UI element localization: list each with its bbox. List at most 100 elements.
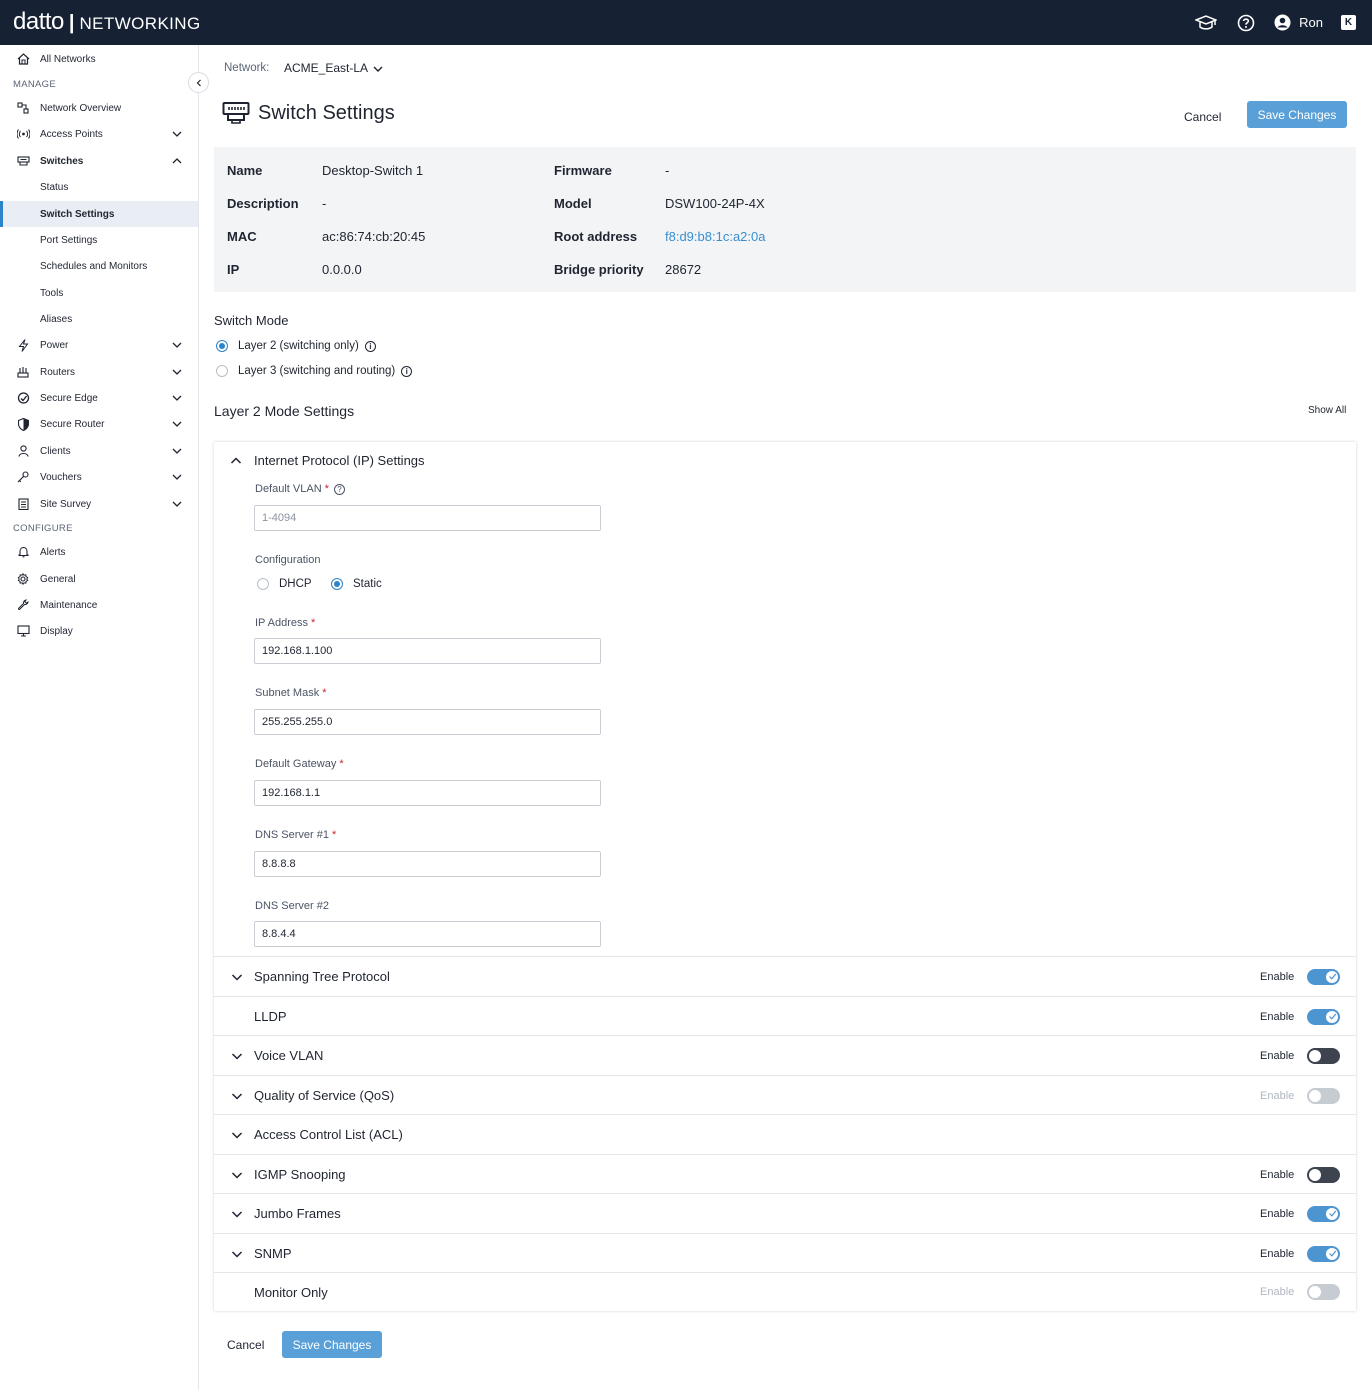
chevron-down-icon[interactable] [171, 418, 183, 430]
radio-dhcp[interactable]: DHCP [257, 578, 312, 590]
show-all-link[interactable]: Show All [1308, 405, 1346, 416]
section-title: Access Control List (ACL) [254, 1127, 403, 1142]
section-spanning-tree[interactable]: Spanning Tree Protocol Enable [214, 956, 1356, 996]
chevron-down-icon[interactable] [171, 366, 183, 378]
sidebar-item-routers[interactable]: Routers [0, 359, 198, 385]
radio-layer3[interactable]: Layer 3 (switching and routing) i [216, 365, 413, 377]
network-selector[interactable]: ACME_East-LA [284, 61, 368, 75]
sidebar-item-site-survey[interactable]: Site Survey [0, 491, 198, 517]
ip-address-input[interactable] [254, 638, 601, 664]
chevron-down-icon[interactable] [372, 63, 384, 75]
chevron-down-icon[interactable] [171, 471, 183, 483]
product-name: NETWORKING [79, 14, 201, 33]
info-icon[interactable]: i [401, 365, 413, 377]
ip-settings-header[interactable]: Internet Protocol (IP) Settings [230, 453, 425, 468]
chevron-down-icon[interactable] [171, 339, 183, 351]
k-icon[interactable]: K [1341, 15, 1356, 30]
sidebar-subitem-port-settings[interactable]: Port Settings [0, 227, 198, 253]
user-name[interactable]: Ron [1299, 15, 1323, 30]
chevron-down-icon[interactable] [231, 971, 243, 983]
chevron-up-icon[interactable] [171, 155, 183, 167]
chevron-down-icon[interactable] [231, 1169, 243, 1181]
igmp-toggle[interactable] [1307, 1166, 1340, 1183]
sidebar-item-general[interactable]: General [0, 566, 198, 592]
stp-toggle[interactable] [1307, 968, 1340, 985]
help-icon[interactable]: ? [333, 484, 345, 495]
chevron-down-icon[interactable] [231, 1248, 243, 1260]
chevron-down-icon[interactable] [171, 445, 183, 457]
sidebar-subitem-status[interactable]: Status [0, 174, 198, 200]
cancel-button-bottom[interactable]: Cancel [227, 1333, 264, 1357]
sidebar-item-secure-router[interactable]: Secure Router [0, 411, 198, 437]
network-overview-icon [16, 101, 30, 115]
sidebar-item-display[interactable]: Display [0, 618, 198, 644]
radio-static[interactable]: Static [331, 578, 382, 590]
section-monitor-only: Monitor Only Enable [214, 1272, 1356, 1311]
jumbo-frames-toggle[interactable] [1307, 1205, 1340, 1222]
sidebar-item-label: Display [40, 625, 73, 637]
chevron-up-icon[interactable] [230, 455, 242, 467]
sidebar-item-maintenance[interactable]: Maintenance [0, 592, 198, 618]
radio-button-selected[interactable] [216, 340, 228, 352]
section-title: Quality of Service (QoS) [254, 1088, 395, 1103]
radio-button[interactable] [257, 578, 269, 590]
help-icon[interactable] [1237, 14, 1255, 32]
save-changes-button-top[interactable]: Save Changes [1247, 101, 1347, 128]
radio-button[interactable] [216, 365, 228, 377]
default-vlan-input[interactable] [254, 505, 601, 531]
save-changes-button-bottom[interactable]: Save Changes [282, 1331, 382, 1358]
brand-logo[interactable]: datto | NETWORKING [13, 8, 201, 36]
graduation-cap-icon[interactable] [1195, 14, 1218, 31]
sidebar-subitem-aliases[interactable]: Aliases [0, 306, 198, 332]
dns-server-2-input[interactable] [254, 921, 601, 947]
chevron-down-icon[interactable] [171, 392, 183, 404]
sidebar-item-secure-edge[interactable]: Secure Edge [0, 385, 198, 411]
section-jumbo-frames[interactable]: Jumbo Frames Enable [214, 1193, 1356, 1233]
radio-dhcp-label: DHCP [279, 578, 312, 590]
sidebar-item-switches[interactable]: Switches [0, 148, 198, 174]
section-acl[interactable]: Access Control List (ACL) [214, 1114, 1356, 1154]
section-igmp-snooping[interactable]: IGMP Snooping Enable [214, 1154, 1356, 1194]
top-actions: Ron K [1195, 0, 1372, 45]
switch-icon [16, 154, 30, 168]
sidebar-item-label: General [40, 573, 76, 585]
monitor-icon [16, 624, 30, 638]
sidebar-item-network-overview[interactable]: Network Overview [0, 95, 198, 121]
chevron-down-icon[interactable] [171, 128, 183, 140]
dns-server-1-input[interactable] [254, 851, 601, 877]
sidebar-item-power[interactable]: Power [0, 332, 198, 358]
info-icon[interactable]: i [364, 340, 376, 352]
chevron-down-icon[interactable] [231, 1129, 243, 1141]
radio-layer2[interactable]: Layer 2 (switching only) i [216, 340, 376, 352]
lldp-toggle[interactable] [1307, 1008, 1340, 1025]
radio-button-selected[interactable] [331, 578, 343, 590]
subnet-mask-input[interactable] [254, 709, 601, 735]
sidebar-item-clients[interactable]: Clients [0, 438, 198, 464]
chevron-down-icon[interactable] [231, 1050, 243, 1062]
sidebar-item-access-points[interactable]: Access Points [0, 121, 198, 147]
sidebar-item-alerts[interactable]: Alerts [0, 539, 198, 565]
info-description-value: - [322, 196, 327, 211]
section-qos[interactable]: Quality of Service (QoS) Enable [214, 1075, 1356, 1115]
section-snmp[interactable]: SNMP Enable [214, 1233, 1356, 1273]
sidebar-subitem-schedules[interactable]: Schedules and Monitors [0, 253, 198, 279]
chevron-down-icon[interactable] [171, 498, 183, 510]
collapse-sidebar-button[interactable] [188, 72, 209, 93]
sidebar-subitem-switch-settings[interactable]: Switch Settings [0, 201, 198, 227]
user-avatar-icon[interactable] [1274, 14, 1291, 31]
page-header: Switch Settings [222, 101, 395, 125]
chevron-down-icon[interactable] [231, 1208, 243, 1220]
voice-vlan-toggle[interactable] [1307, 1047, 1340, 1064]
sidebar-subitem-tools[interactable]: Tools [0, 280, 198, 306]
sidebar-item-vouchers[interactable]: Vouchers [0, 464, 198, 490]
section-voice-vlan[interactable]: Voice VLAN Enable [214, 1035, 1356, 1075]
default-gateway-input[interactable] [254, 780, 601, 806]
info-root-address-link[interactable]: f8:d9:b8:1c:a2:0a [665, 229, 765, 244]
cancel-button-top[interactable]: Cancel [1184, 105, 1221, 129]
section-title: IGMP Snooping [254, 1167, 346, 1182]
snmp-toggle[interactable] [1307, 1245, 1340, 1262]
dns-server-2-label: DNS Server #2 [255, 900, 329, 912]
sidebar-item-all-networks[interactable]: All Networks [0, 46, 198, 72]
chevron-down-icon[interactable] [231, 1090, 243, 1102]
monitor-only-toggle-disabled [1307, 1284, 1340, 1300]
